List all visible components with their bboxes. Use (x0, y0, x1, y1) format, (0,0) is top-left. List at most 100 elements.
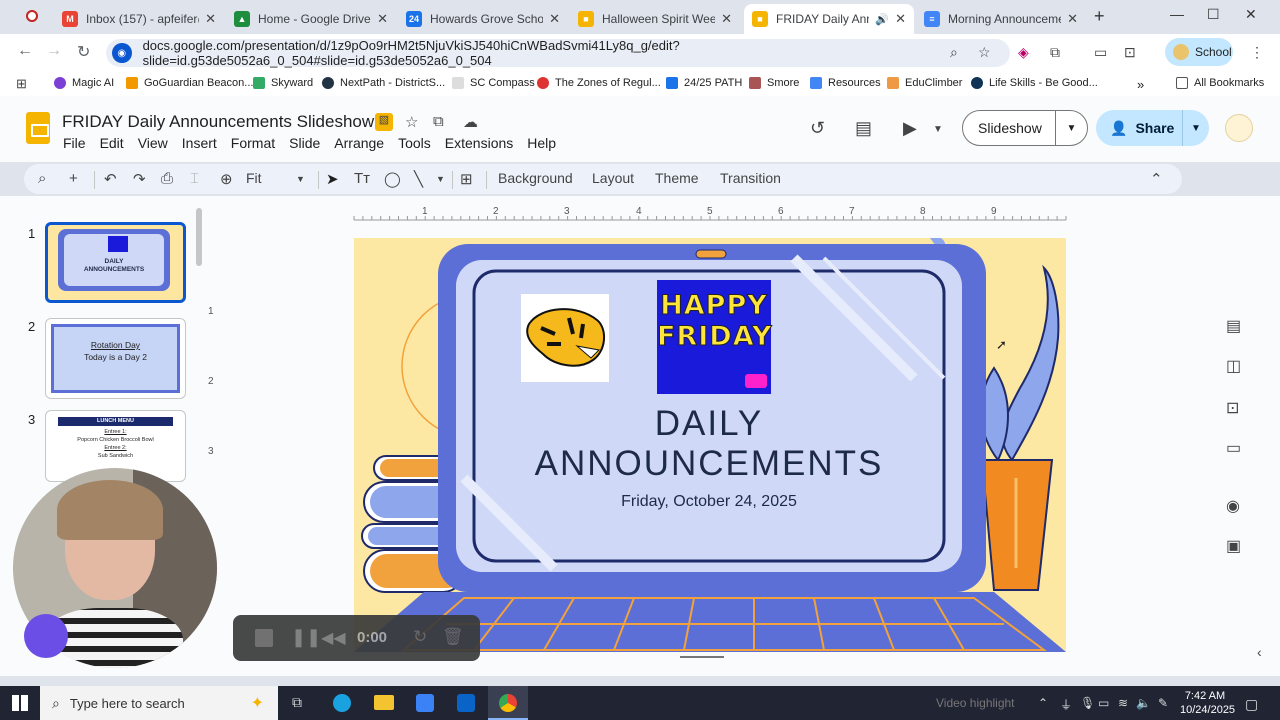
menu-extensions[interactable]: Extensions (445, 135, 513, 151)
filmstrip-scrollbar[interactable] (196, 208, 202, 266)
slide-thumbnail-2[interactable]: Rotation Day Today is a Day 2 (45, 318, 186, 399)
bookmark-smore[interactable]: Smore (749, 77, 799, 89)
bookmark-sc-compass[interactable]: SC Compass (452, 77, 535, 89)
tab-gmail[interactable]: M Inbox (157) - apfeifer@h ✕ (54, 4, 224, 34)
share-button[interactable]: 👤 Share ▼ (1096, 110, 1209, 146)
menu-insert[interactable]: Insert (182, 135, 217, 151)
comment-add-icon[interactable]: ⊞ (460, 170, 473, 188)
edge-icon[interactable] (333, 694, 351, 712)
extension-icon[interactable]: ◈ (1018, 44, 1029, 61)
tiger-logo[interactable] (521, 294, 609, 382)
image-search-icon[interactable]: ⊡ (1226, 398, 1239, 418)
reload-icon[interactable]: ↻ (77, 42, 90, 62)
move-folder-icon[interactable]: ⧉ (433, 113, 444, 130)
menu-format[interactable]: Format (231, 135, 275, 151)
bookmark-skyward[interactable]: Skyward (253, 77, 313, 89)
chrome-taskbar-button[interactable] (488, 686, 528, 720)
menu-file[interactable]: File (63, 135, 86, 151)
redo-icon[interactable]: ↷ (133, 170, 146, 188)
chevron-up-icon[interactable]: ⌃ (1150, 170, 1163, 188)
cast-icon[interactable]: ⊡ (1124, 44, 1136, 61)
slideshow-button[interactable]: Slideshow ▼ (962, 110, 1088, 146)
chevron-down-icon[interactable]: ▼ (436, 174, 445, 184)
bookmark-path[interactable]: 24/25 PATH (666, 77, 742, 89)
more-bookmarks-icon[interactable]: » (1137, 77, 1144, 92)
cloud-saved-icon[interactable]: ☁ (463, 113, 478, 131)
outlook-icon[interactable] (457, 694, 475, 712)
mic-icon[interactable]: 🎙 (1080, 696, 1095, 710)
forward-icon[interactable]: → (46, 42, 62, 60)
comments-icon[interactable]: ▤ (855, 118, 872, 139)
clock[interactable]: 7:42 AM 10/24/2025 (1180, 689, 1235, 717)
puzzle-icon[interactable]: ⧉ (1050, 44, 1060, 61)
new-tab-icon[interactable]: + (1094, 6, 1105, 27)
transition-button[interactable]: Transition (720, 170, 781, 186)
back-icon[interactable]: ← (17, 42, 33, 60)
wifi-icon[interactable]: ≋ (1118, 696, 1128, 710)
paint-format-icon[interactable]: ⌶ (190, 170, 199, 187)
version-history-icon[interactable]: ↺ (810, 118, 825, 139)
addon-icon[interactable]: ▧ (375, 113, 393, 131)
record-icon[interactable]: ◉ (1226, 496, 1240, 516)
menu-view[interactable]: View (138, 135, 168, 151)
slides-logo-icon[interactable] (26, 112, 50, 144)
trash-icon[interactable]: 🗑 (442, 627, 464, 647)
speaker-notes-icon[interactable]: ▤ (1226, 316, 1241, 336)
site-info-icon[interactable]: ◉ (112, 43, 132, 63)
folder-icon[interactable]: ▭ (1226, 438, 1241, 458)
keep-icon[interactable]: ◫ (1226, 356, 1241, 376)
new-slide-icon[interactable]: + (69, 170, 78, 187)
notifications-icon[interactable]: ▢ (1245, 696, 1258, 713)
slide-canvas[interactable]: HAPPY FRIDAY DAILY ANNOUNCEMENTS Friday,… (354, 238, 1066, 652)
close-icon[interactable]: ✕ (721, 11, 732, 27)
taskbar-search-box[interactable]: ⌕ Type here to search ✦ (40, 686, 278, 720)
background-button[interactable]: Background (498, 170, 573, 186)
slide-date[interactable]: Friday, October 24, 2025 (474, 493, 944, 511)
close-icon[interactable]: ✕ (1067, 11, 1078, 27)
task-view-icon[interactable]: ⧉ (292, 694, 302, 711)
menu-arrange[interactable]: Arrange (334, 135, 384, 151)
tab-halloween[interactable]: ■ Halloween Spirit Week at ✕ (570, 4, 740, 34)
search-menus-icon[interactable]: ⌕ (38, 170, 46, 187)
close-icon[interactable]: ✕ (377, 11, 388, 27)
windows-start-icon[interactable] (12, 695, 28, 711)
close-icon[interactable]: ✕ (895, 11, 906, 27)
restart-icon[interactable]: ↻ (413, 627, 427, 647)
print-icon[interactable]: ⎙ (161, 170, 173, 187)
profile-button[interactable]: School (1165, 38, 1233, 66)
bookmark-nextpath[interactable]: NextPath - DistrictS... (322, 77, 445, 89)
shape-icon[interactable]: ◯ (384, 170, 401, 188)
zoom-select[interactable]: Fit (246, 170, 262, 186)
happy-friday-badge[interactable]: HAPPY FRIDAY (657, 280, 772, 394)
recorder-avatar[interactable] (24, 614, 68, 658)
document-title[interactable]: FRIDAY Daily Announcements Slideshow (62, 112, 374, 132)
tab-school[interactable]: 24 Howards Grove School Di ✕ (398, 4, 568, 34)
maximize-icon[interactable]: ☐ (1207, 6, 1220, 23)
pen-icon[interactable]: ✎ (1158, 696, 1168, 710)
bookmark-magic-ai[interactable]: Magic AI (54, 77, 114, 89)
address-bar[interactable]: ◉ docs.google.com/presentation/d/1z9pOo9… (106, 38, 1010, 68)
theme-button[interactable]: Theme (655, 170, 699, 186)
all-bookmarks-folder[interactable]: All Bookmarks (1176, 77, 1264, 89)
layout-button[interactable]: Layout (592, 170, 634, 186)
chevron-left-icon[interactable]: ‹ (1257, 644, 1262, 660)
star-icon[interactable]: ☆ (405, 113, 418, 131)
chevron-down-icon[interactable]: ▼ (1183, 123, 1209, 134)
slide-thumbnail-1[interactable]: DAILY ANNOUNCEMENTS (45, 222, 186, 303)
avatar[interactable] (1225, 114, 1253, 142)
tab-friday-announcements[interactable]: ■ FRIDAY Daily Announ 🔊 ✕ (744, 4, 914, 34)
menu-edit[interactable]: Edit (100, 135, 124, 151)
chevron-down-icon[interactable]: ▼ (296, 174, 305, 184)
chevron-down-icon[interactable]: ▼ (933, 124, 943, 135)
rewind-icon[interactable]: ◀◀ (321, 628, 346, 648)
line-icon[interactable]: ╲ (414, 170, 423, 188)
close-icon[interactable]: ✕ (205, 11, 216, 27)
tab-search-icon[interactable]: ▭ (1094, 44, 1107, 61)
text-box-icon[interactable]: Tт (354, 170, 370, 187)
usb-icon[interactable]: ⏚ (1060, 696, 1072, 713)
speaker-icon[interactable]: 🔊 (875, 13, 889, 26)
chevron-up-icon[interactable]: ⌃ (1038, 696, 1048, 710)
apps-grid-icon[interactable]: ⊞ (16, 76, 27, 92)
close-window-icon[interactable]: ✕ (1245, 6, 1257, 23)
bookmark-star-icon[interactable]: ☆ (978, 44, 991, 61)
